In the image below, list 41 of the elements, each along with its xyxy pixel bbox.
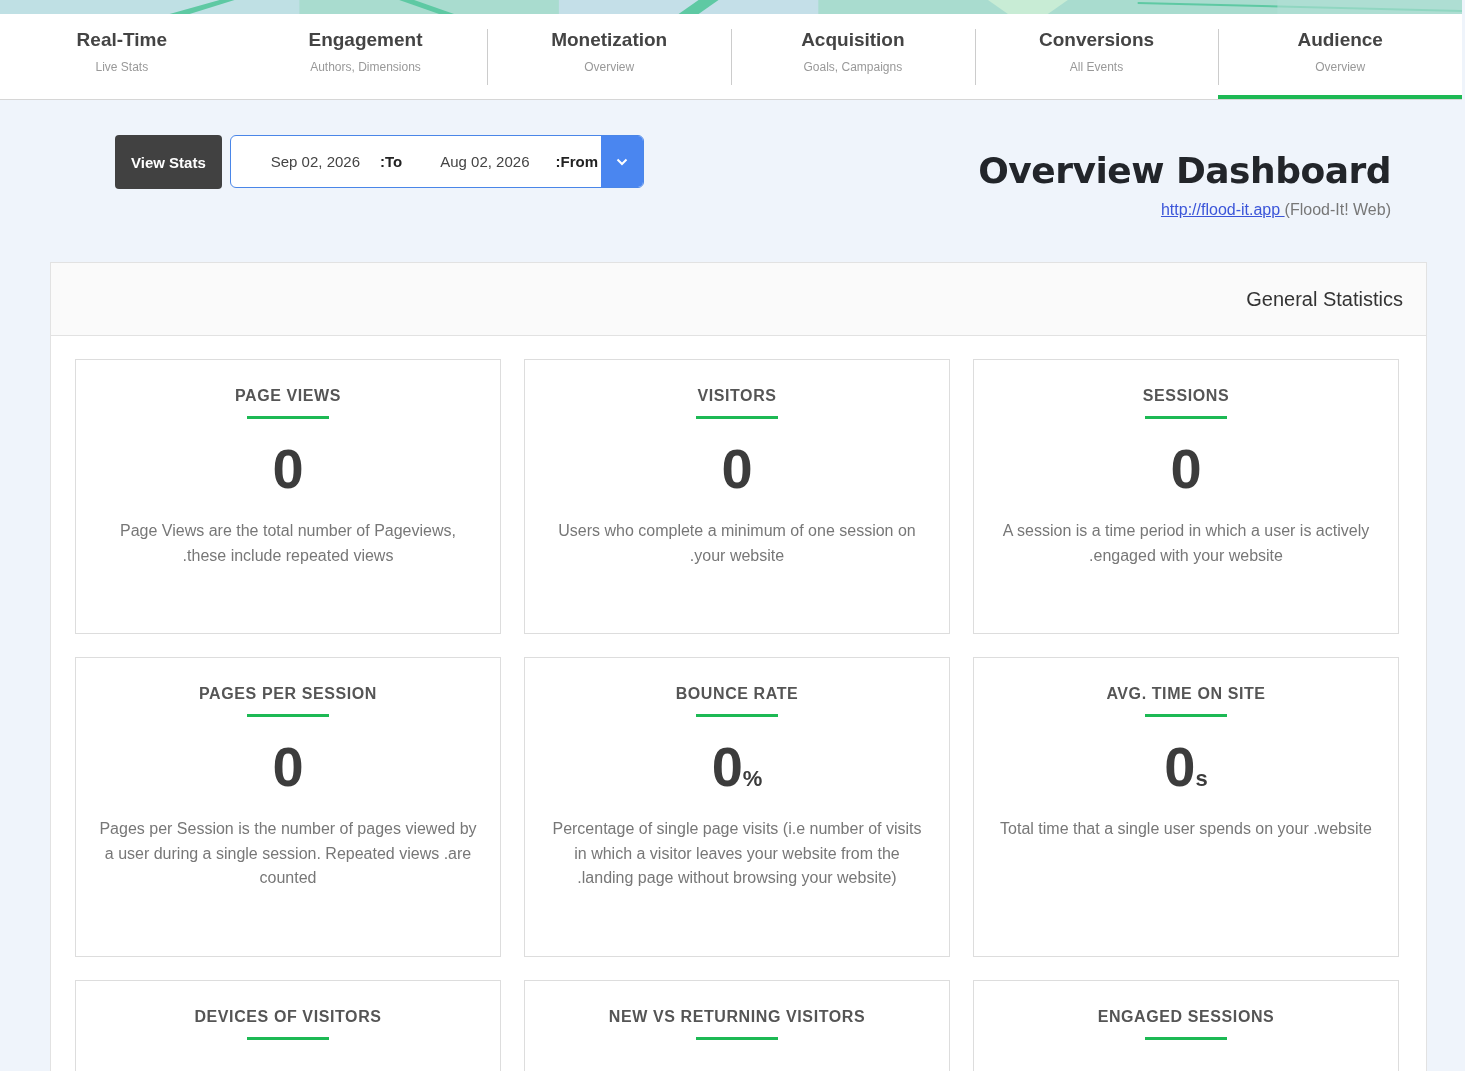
stat-description: Percentage of single page visits (i.e number of visits in which a visitor leaves your website from the .landing page without browsing your website) — [551, 819, 923, 888]
stat-value: 0 — [711, 735, 743, 799]
nav-tab[interactable]: Real-Time Live Stats — [0, 14, 244, 99]
stat-value: 0 — [272, 735, 304, 799]
stat-unit: % — [742, 766, 763, 792]
card-title: NEW VS RETURNING VISITORS — [608, 1008, 866, 1026]
stat-value: 0 — [1170, 437, 1202, 501]
stat-description: A session is a time period in which a user is actively .engaged with your website — [1001, 521, 1371, 566]
site-label: http://flood-it.app (Flood-It! Web) — [1160, 201, 1391, 219]
panel-title: General Statistics — [1246, 287, 1403, 311]
stat-description: Page Views are the total number of Pageviews, .these include repeated views — [119, 521, 457, 566]
nav-tab[interactable]: Monetization Overview — [487, 14, 731, 99]
nav-tab[interactable]: Conversions All Events — [974, 14, 1219, 99]
card-title: PAGES PER SESSION — [199, 685, 377, 703]
nav-tab[interactable]: Acquisition Goals, Campaigns — [731, 14, 975, 99]
card-title: AVG. TIME ON SITE — [1106, 685, 1266, 703]
stat-value: 0 — [721, 437, 753, 501]
site-link[interactable]: http://flood-it.app — [1160, 201, 1285, 218]
card-title: BOUNCE RATE — [675, 685, 799, 703]
date-value: Sep 02, 2026 — [270, 153, 360, 170]
card-title: VISITORS — [697, 387, 777, 405]
page-title: Overview Dashboard — [978, 150, 1391, 191]
card-title: SESSIONS — [1142, 387, 1230, 405]
chevron-down-icon — [616, 157, 628, 166]
view-stats-button[interactable]: View Stats — [115, 135, 222, 189]
stat-value: 0 — [272, 437, 304, 501]
date-label: :To — [380, 153, 403, 170]
card-title: ENGAGED SESSIONS — [1097, 1008, 1275, 1026]
date-range-field[interactable]: Sep 02, 2026 :To Aug 02, 2026 :From — [229, 135, 644, 188]
stat-description: Total time that a single user spends on your .website — [1000, 819, 1372, 839]
card-title: PAGE VIEWS — [234, 387, 342, 405]
card-title: DEVICES OF VISITORS — [194, 1008, 382, 1026]
stat-unit: s — [1195, 766, 1208, 792]
nav-tab[interactable]: Audience Overview — [1218, 14, 1463, 99]
dropdown-button[interactable] — [601, 136, 643, 187]
stat-description: Users who complete a minimum of one session on .your website — [557, 521, 917, 566]
date-value: Aug 02, 2026 — [440, 153, 530, 170]
date-label: :From — [555, 153, 598, 170]
stat-description: Pages per Session is the number of pages viewed by a user during a single session. Repeated views .are counted — [98, 819, 478, 888]
nav-tab[interactable]: Engagement Authors, Dimensions — [243, 14, 488, 99]
stat-value: 0 — [1164, 735, 1196, 799]
